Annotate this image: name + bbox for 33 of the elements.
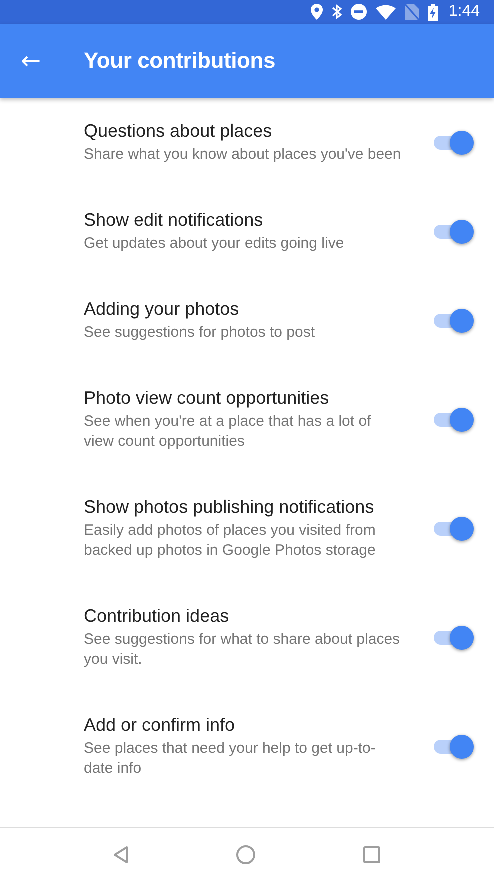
status-time: 1:44 [448, 3, 480, 21]
setting-description: See suggestions for what to share about places you visit. [84, 630, 402, 670]
setting-description: Easily add photos of places you visited from backed up photos in Google Photos storage [84, 521, 377, 561]
toggle-switch[interactable] [434, 406, 474, 432]
setting-title: Contribution ideas [84, 605, 230, 628]
location-pin-icon [310, 4, 323, 20]
toggle-switch[interactable] [434, 218, 474, 244]
setting-title: Questions about places [84, 120, 274, 143]
do-not-disturb-icon [350, 4, 367, 20]
screen-title: Your contributions [84, 48, 276, 74]
setting-description: Share what you know about places you've been [84, 145, 402, 165]
setting-title: Photo view count opportunities [84, 387, 330, 410]
setting-description: See when you're at a place that has a lot of view count opportunities [84, 412, 372, 452]
toggle-switch[interactable] [434, 516, 474, 542]
home-icon[interactable] [236, 845, 256, 865]
no-sim-icon [404, 4, 419, 20]
setting-title: Show photos publishing notifications [84, 496, 376, 519]
toggle-switch[interactable] [434, 624, 474, 650]
toggle-switch[interactable] [434, 308, 474, 334]
back-icon[interactable] [113, 846, 130, 864]
battery-charging-icon [428, 4, 438, 20]
setting-title: Add or confirm info [84, 714, 236, 737]
recents-icon[interactable] [362, 846, 381, 864]
setting-description: See places that need your help to get up-to-date info [84, 739, 377, 779]
toggle-switch[interactable] [434, 734, 474, 760]
back-button[interactable]: ← [18, 49, 44, 73]
setting-description: See suggestions for photos to post [84, 323, 316, 343]
setting-description: Get updates about your edits going live [84, 234, 346, 254]
toggle-switch[interactable] [434, 130, 474, 156]
bluetooth-icon [332, 4, 342, 20]
setting-title: Adding your photos [84, 298, 240, 321]
setting-title: Show edit notifications [84, 209, 264, 232]
wifi-icon [376, 4, 396, 20]
